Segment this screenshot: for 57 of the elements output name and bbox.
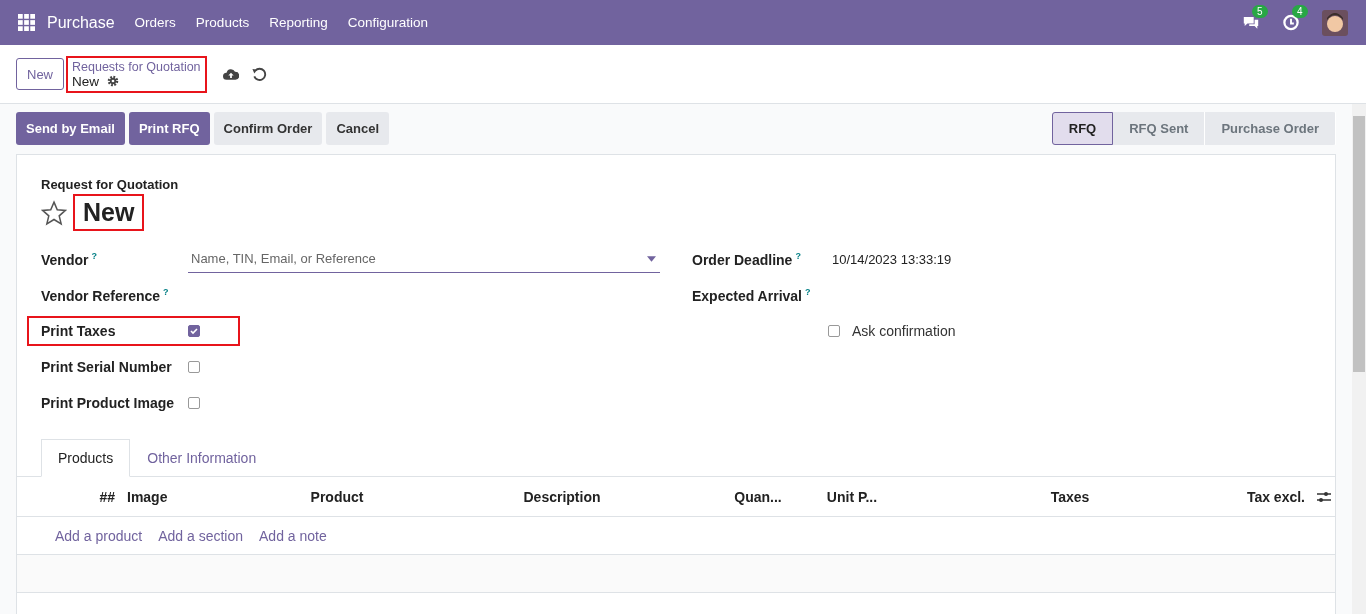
add-line-link[interactable]: Add a note	[259, 527, 327, 544]
caret-icon[interactable]	[647, 255, 656, 262]
scrollbar[interactable]	[1352, 104, 1366, 614]
menu-item[interactable]: Configuration	[347, 15, 428, 30]
app-grid-icon[interactable]	[18, 14, 35, 31]
vendor-field[interactable]: Name, TIN, Email, or Reference	[188, 251, 647, 266]
menu-item[interactable]: Products	[195, 15, 250, 30]
field-label: Order Deadline $^{?}$	[692, 250, 802, 268]
tab[interactable]: Other Information	[130, 439, 274, 477]
action-button[interactable]: Cancel	[326, 112, 390, 145]
cloud-upload-icon[interactable]	[222, 66, 239, 82]
checkbox[interactable]	[188, 325, 200, 337]
app-name[interactable]: Purchase	[47, 13, 115, 32]
column-header[interactable]: ##	[17, 488, 121, 505]
status-step[interactable]: RFQ Sent	[1113, 112, 1206, 145]
field-label: Print Taxes	[41, 323, 117, 339]
column-header[interactable]: Description	[407, 488, 717, 505]
column-header[interactable]: Product	[267, 488, 407, 505]
action-button[interactable]: Confirm Order	[213, 112, 323, 145]
checkbox[interactable]	[188, 397, 200, 409]
column-header[interactable]: Taxes	[905, 488, 1235, 505]
star-icon[interactable]	[41, 199, 67, 226]
column-header[interactable]: Unit P...	[799, 488, 905, 505]
field-label: Vendor Reference $^{?}$	[41, 286, 170, 304]
field-value[interactable]: 10/14/2023 13:33:19	[832, 251, 952, 267]
checkbox[interactable]	[828, 325, 840, 337]
action-button[interactable]: Send by Email	[16, 112, 125, 145]
clock-icon[interactable]	[1282, 14, 1300, 31]
undo-icon[interactable]	[250, 66, 267, 82]
record-title: New	[73, 194, 145, 231]
count-badge: 4	[1292, 5, 1308, 18]
new-button[interactable]: New	[16, 58, 64, 90]
add-line-link[interactable]: Add a section	[158, 527, 243, 544]
checkbox[interactable]	[188, 361, 200, 373]
status-step[interactable]: RFQ	[1051, 112, 1114, 145]
column-header[interactable]: Tax excl.	[1235, 488, 1311, 505]
field-label: Vendor $^{?}$	[41, 250, 98, 268]
breadcrumb-link[interactable]: Requests for Quotation	[72, 59, 201, 74]
field-label: Print Product Image	[41, 395, 176, 411]
checkbox-label: Ask confirmation	[852, 323, 956, 339]
settings-icon[interactable]	[107, 75, 120, 87]
sliders-icon[interactable]	[1317, 490, 1331, 503]
count-badge: 5	[1252, 5, 1268, 18]
status-step[interactable]: Purchase Order	[1205, 112, 1336, 145]
column-header[interactable]: Image	[121, 488, 267, 505]
chat-icon[interactable]	[1242, 14, 1260, 31]
action-button[interactable]: Print RFQ	[128, 112, 210, 145]
tab[interactable]: Products	[41, 439, 131, 477]
menu-item[interactable]: Orders	[134, 15, 176, 30]
column-header[interactable]: Quan...	[717, 488, 799, 505]
form-subtitle: Request for Quotation	[41, 177, 180, 192]
avatar[interactable]	[1322, 9, 1348, 36]
add-line-link[interactable]: Add a product	[55, 527, 143, 544]
field-label: Expected Arrival $^{?}$	[692, 286, 812, 304]
field-label: Print Serial Number	[41, 359, 173, 375]
menu-item[interactable]: Reporting	[269, 15, 328, 30]
record-name: New	[72, 73, 100, 89]
